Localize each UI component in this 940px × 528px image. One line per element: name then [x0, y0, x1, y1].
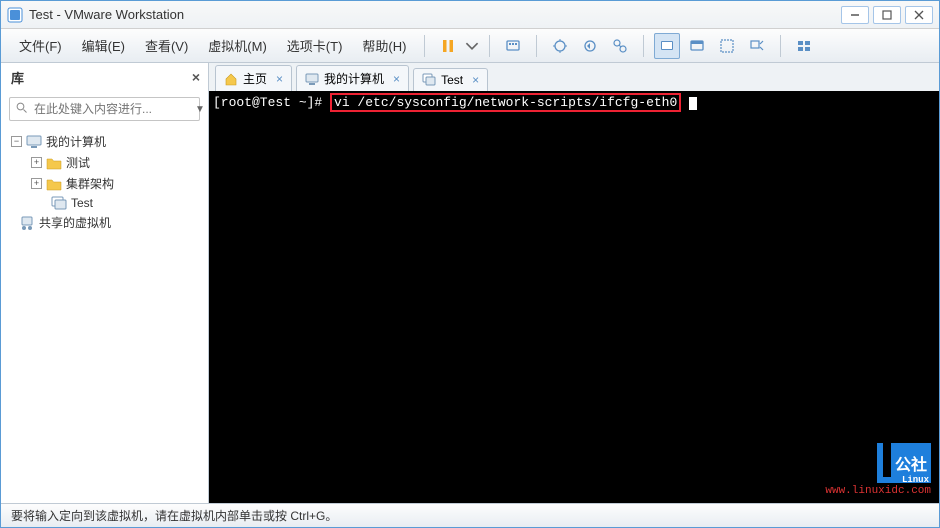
toolbar-separator	[489, 35, 490, 57]
tree-label: 测试	[66, 154, 90, 171]
computer-icon	[305, 72, 319, 86]
menu-file[interactable]: 文件(F)	[11, 32, 70, 59]
tab-test[interactable]: Test ×	[413, 68, 488, 91]
search-box[interactable]: ▼	[9, 97, 200, 121]
watermark-logo: 公社 Linux	[891, 443, 931, 483]
vm-icon	[422, 73, 436, 87]
snapshot-button[interactable]	[547, 33, 573, 59]
toolbar-separator	[424, 35, 425, 57]
window-titlebar: Test - VMware Workstation	[1, 1, 939, 29]
library-sidebar: 库 × ▼ − 我的计算机 + 测试 + 集群架	[1, 63, 209, 503]
watermark-url: www.linuxidc.com	[825, 485, 931, 497]
tree-label: 我的计算机	[46, 133, 106, 150]
toolbar-separator	[536, 35, 537, 57]
close-button[interactable]	[905, 6, 933, 24]
tree-node-mycomputer[interactable]: − 我的计算机	[7, 131, 202, 152]
sidebar-header: 库 ×	[1, 63, 208, 91]
search-wrap: ▼	[1, 91, 208, 127]
revert-snapshot-button[interactable]	[577, 33, 603, 59]
terminal-line: [root@Test ~]# vi /etc/sysconfig/network…	[213, 93, 935, 112]
pause-dropdown[interactable]	[465, 33, 479, 59]
window-title: Test - VMware Workstation	[29, 7, 841, 22]
tabbar: 主页 × 我的计算机 × Test ×	[209, 63, 939, 91]
tab-close-icon[interactable]: ×	[472, 73, 479, 87]
tab-label: 我的计算机	[324, 70, 384, 87]
tree-node-test-folder[interactable]: + 测试	[7, 152, 202, 173]
computer-icon	[26, 135, 42, 149]
search-input[interactable]	[34, 102, 189, 116]
stretch-button[interactable]	[744, 33, 770, 59]
manage-snapshot-button[interactable]	[607, 33, 633, 59]
menu-vm[interactable]: 虚拟机(M)	[200, 32, 275, 59]
show-console-button[interactable]	[654, 33, 680, 59]
tab-label: 主页	[243, 70, 267, 87]
search-icon	[16, 102, 28, 117]
tab-mycomputer[interactable]: 我的计算机 ×	[296, 65, 409, 91]
folder-icon	[46, 177, 62, 191]
expand-icon[interactable]: +	[31, 157, 42, 168]
tree-label: Test	[71, 196, 93, 210]
unity-button[interactable]	[714, 33, 740, 59]
folder-icon	[46, 156, 62, 170]
menubar: 文件(F) 编辑(E) 查看(V) 虚拟机(M) 选项卡(T) 帮助(H)	[1, 29, 939, 63]
window-controls	[841, 6, 933, 24]
tree-node-shared[interactable]: 共享的虚拟机	[7, 212, 202, 233]
terminal-cursor	[689, 97, 697, 110]
tree-label: 集群架构	[66, 175, 114, 192]
shared-vm-icon	[19, 216, 35, 230]
statusbar-text: 要将输入定向到该虚拟机，请在虚拟机内部单击或按 Ctrl+G。	[11, 507, 337, 524]
vm-console-terminal[interactable]: [root@Test ~]# vi /etc/sysconfig/network…	[209, 91, 939, 503]
tab-close-icon[interactable]: ×	[276, 72, 283, 86]
tab-close-icon[interactable]: ×	[393, 72, 400, 86]
collapse-icon[interactable]: −	[11, 136, 22, 147]
search-dropdown-icon[interactable]: ▼	[195, 104, 205, 115]
tree-node-test-vm[interactable]: Test	[7, 194, 202, 212]
tab-home[interactable]: 主页 ×	[215, 65, 292, 91]
tab-label: Test	[441, 73, 463, 87]
content-area: 主页 × 我的计算机 × Test × [root@Test ~]# vi /e…	[209, 63, 939, 503]
tree-label: 共享的虚拟机	[39, 214, 111, 231]
library-tree: − 我的计算机 + 测试 + 集群架构 Test 共享的虚拟机	[1, 127, 208, 237]
sidebar-close-button[interactable]: ×	[192, 69, 200, 85]
app-icon	[7, 7, 23, 23]
menu-tabs[interactable]: 选项卡(T)	[279, 32, 351, 59]
menu-help[interactable]: 帮助(H)	[354, 32, 414, 59]
minimize-button[interactable]	[841, 6, 869, 24]
vm-icon	[51, 196, 67, 210]
fullscreen-button[interactable]	[684, 33, 710, 59]
toolbar-separator	[780, 35, 781, 57]
statusbar: 要将输入定向到该虚拟机，请在虚拟机内部单击或按 Ctrl+G。	[1, 503, 939, 527]
menu-edit[interactable]: 编辑(E)	[74, 32, 133, 59]
maximize-button[interactable]	[873, 6, 901, 24]
tree-node-cluster[interactable]: + 集群架构	[7, 173, 202, 194]
send-ctrl-alt-del-button[interactable]	[500, 33, 526, 59]
terminal-prompt: [root@Test ~]#	[213, 95, 330, 110]
highlighted-command: vi /etc/sysconfig/network-scripts/ifcfg-…	[330, 93, 681, 112]
watermark: 公社 Linux www.linuxidc.com	[825, 443, 931, 497]
sidebar-title: 库	[11, 68, 24, 87]
thumbnail-view-button[interactable]	[791, 33, 817, 59]
expand-icon[interactable]: +	[31, 178, 42, 189]
main-body: 库 × ▼ − 我的计算机 + 测试 + 集群架	[1, 63, 939, 503]
pause-button[interactable]	[435, 33, 461, 59]
menu-view[interactable]: 查看(V)	[137, 32, 196, 59]
home-icon	[224, 72, 238, 86]
toolbar-separator	[643, 35, 644, 57]
